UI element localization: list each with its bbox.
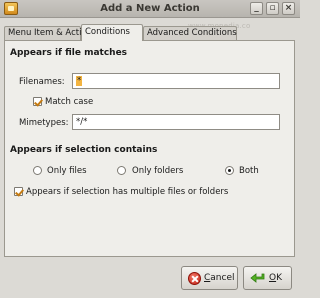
ok-label: OK (269, 273, 282, 283)
filenames-label: Filenames: (19, 77, 65, 87)
cancel-button[interactable]: Cancel (181, 266, 238, 290)
tab-label: Advanced Conditions (147, 28, 237, 38)
cancel-icon (188, 272, 201, 285)
filenames-value: * (76, 76, 83, 86)
radio-only-files[interactable] (33, 166, 42, 175)
mimetypes-value: */* (76, 117, 88, 127)
ok-button[interactable]: OK (243, 266, 292, 290)
minimize-icon[interactable]: _ (250, 2, 263, 15)
ok-icon (250, 272, 266, 285)
multiple-selection-label: Appears if selection has multiple files … (26, 187, 229, 197)
radio-both[interactable] (225, 166, 234, 175)
conditions-panel: Appears if file matches Filenames: * Mat… (4, 40, 295, 257)
tab-conditions[interactable]: Conditions (81, 24, 143, 41)
both-label: Both (239, 166, 259, 176)
match-case-label: Match case (45, 97, 94, 107)
mimetypes-field[interactable]: */* (72, 114, 280, 130)
match-case-checkbox[interactable] (33, 97, 42, 106)
file-match-heading: Appears if file matches (10, 48, 128, 58)
filenames-field[interactable]: * (72, 73, 280, 89)
window-titlebar[interactable]: Add a New Action _ ▫ × (0, 0, 300, 18)
multiple-selection-checkbox[interactable] (14, 187, 23, 196)
only-files-label: Only files (47, 166, 87, 176)
only-folders-label: Only folders (132, 166, 184, 176)
tab-menu-item-action[interactable]: Menu Item & Action (4, 26, 92, 40)
maximize-icon[interactable]: ▫ (266, 2, 279, 15)
mimetypes-label: Mimetypes: (19, 118, 69, 128)
tab-advanced-conditions[interactable]: Advanced Conditions (143, 26, 237, 40)
cancel-label: Cancel (204, 273, 235, 283)
selection-heading: Appears if selection contains (10, 145, 158, 155)
tab-label: Menu Item & Action (8, 28, 93, 38)
close-icon[interactable]: × (282, 2, 295, 15)
tab-label: Conditions (85, 27, 130, 37)
radio-only-folders[interactable] (117, 166, 126, 175)
